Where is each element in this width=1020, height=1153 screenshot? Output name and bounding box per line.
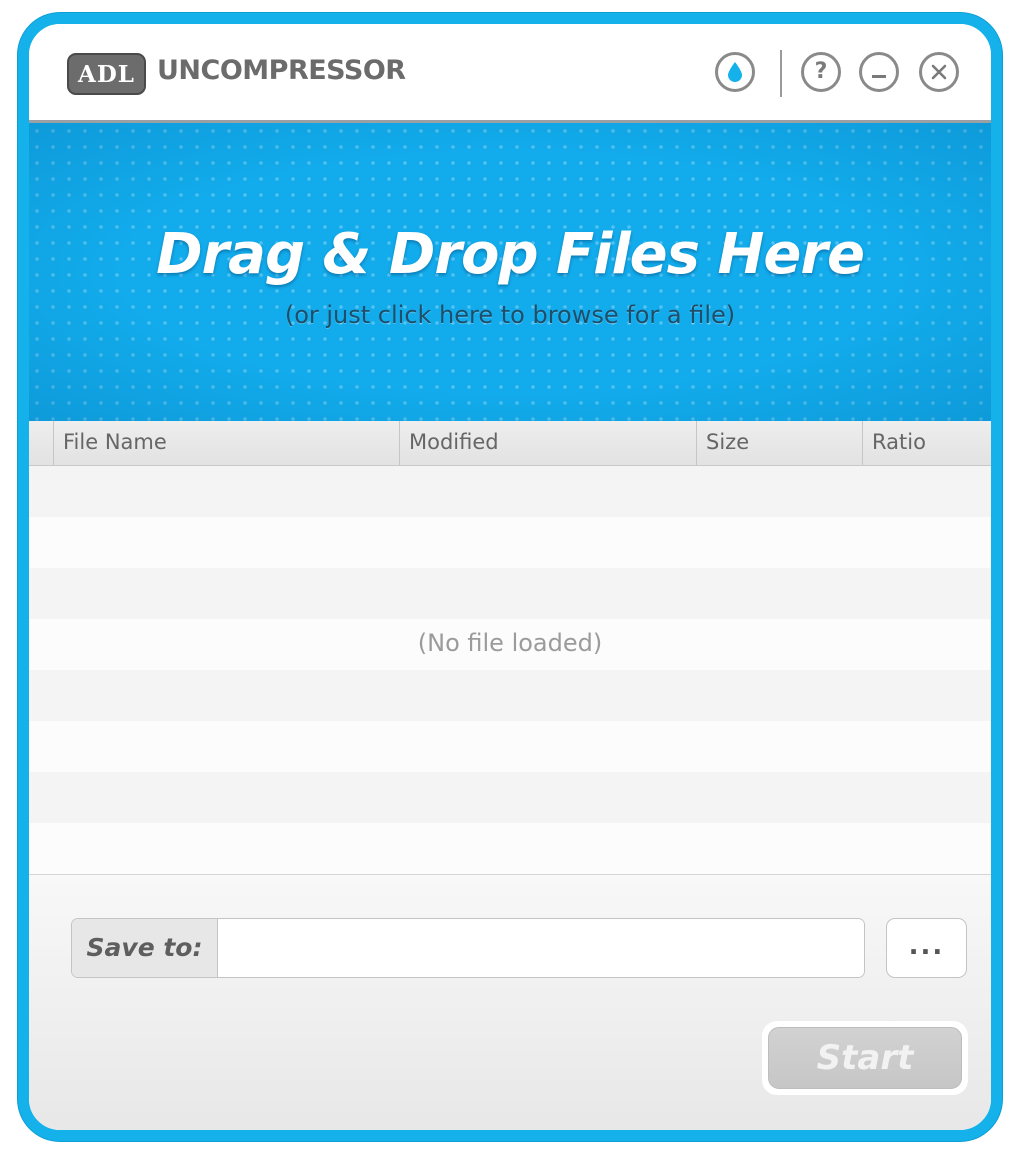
table-row <box>29 772 991 823</box>
table-row <box>29 568 991 619</box>
title-bar[interactable]: ADL UNCOMPRESSOR ? <box>29 24 991 123</box>
drop-zone[interactable]: Drag & Drop Files Here (or just click he… <box>29 123 991 421</box>
app-title: UNCOMPRESSOR <box>157 55 406 86</box>
save-to-label: Save to: <box>72 919 218 977</box>
water-drop-icon <box>728 62 742 82</box>
table-row <box>29 670 991 721</box>
start-button-frame: Start <box>762 1021 968 1095</box>
column-file-name[interactable]: File Name <box>53 421 399 465</box>
file-list[interactable]: (No file loaded) <box>29 466 991 875</box>
titlebar-separator <box>780 50 782 97</box>
minimize-button[interactable] <box>859 52 899 92</box>
column-ratio[interactable]: Ratio <box>862 421 991 465</box>
skin-button[interactable] <box>715 52 755 92</box>
dropzone-title: Drag & Drop Files Here <box>156 222 865 287</box>
table-row <box>29 823 991 874</box>
save-path-input[interactable] <box>218 919 864 977</box>
save-to-group: Save to: <box>71 918 865 978</box>
close-icon <box>931 64 947 80</box>
table-row <box>29 517 991 568</box>
empty-list-message: (No file loaded) <box>417 629 603 657</box>
column-modified[interactable]: Modified <box>399 421 696 465</box>
dropzone-subtitle: (or just click here to browse for a file… <box>284 301 736 329</box>
start-button[interactable]: Start <box>768 1027 962 1089</box>
file-table-header: File Name Modified Size Ratio <box>29 421 991 466</box>
close-button[interactable] <box>919 52 959 92</box>
browse-button[interactable]: ... <box>886 918 967 978</box>
bottom-panel: Save to: ... Start <box>29 875 991 1130</box>
minimize-icon <box>872 75 886 78</box>
app-window: ADL UNCOMPRESSOR ? Drag & Drop Files Her… <box>18 13 1002 1141</box>
help-icon: ? <box>814 59 828 84</box>
column-selector[interactable] <box>29 421 53 465</box>
table-row <box>29 721 991 772</box>
column-size[interactable]: Size <box>696 421 862 465</box>
table-row <box>29 466 991 517</box>
adl-logo: ADL <box>67 53 146 95</box>
help-button[interactable]: ? <box>801 52 841 92</box>
